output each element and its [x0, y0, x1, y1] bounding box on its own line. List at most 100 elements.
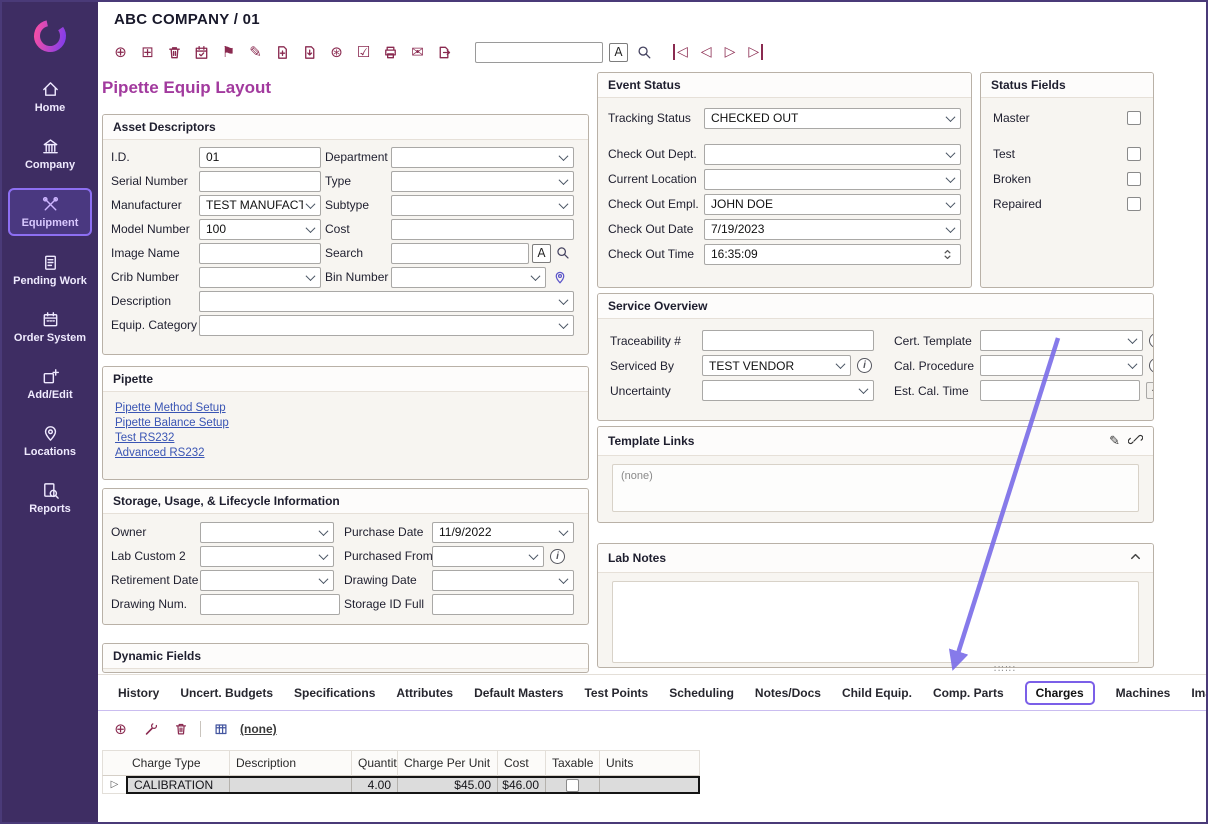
import-document-icon[interactable] [299, 42, 320, 63]
serviced-by-dropdown[interactable]: TEST VENDOR [702, 355, 851, 376]
tab-default-masters[interactable]: Default Masters [474, 686, 563, 700]
col-cost[interactable]: Cost [498, 750, 546, 776]
duplicate-icon[interactable]: ⊞ [137, 42, 158, 63]
info-icon[interactable]: i [1149, 358, 1154, 373]
checklist-icon[interactable]: ☑ [353, 42, 374, 63]
tab-scheduling[interactable]: Scheduling [669, 686, 734, 700]
master-checkbox[interactable] [1127, 111, 1141, 125]
copy-document-icon[interactable] [272, 42, 293, 63]
manufacturer-dropdown[interactable]: TEST MANUFACTU [199, 195, 321, 216]
tab-specifications[interactable]: Specifications [294, 686, 375, 700]
est-cal-time-field[interactable] [980, 380, 1140, 401]
info-icon[interactable]: i [1149, 333, 1154, 348]
info-icon[interactable]: i [550, 549, 565, 564]
edit-icon[interactable]: ✎ [245, 42, 266, 63]
advanced-rs232-link[interactable]: Advanced RS232 [115, 447, 588, 459]
grid-layout-none-link[interactable]: (none) [240, 722, 277, 736]
tracking-status-dropdown[interactable]: CHECKED OUT [704, 108, 961, 129]
col-charge-type[interactable]: Charge Type [126, 750, 230, 776]
owner-dropdown[interactable] [200, 522, 334, 543]
tab-uncert-budgets[interactable]: Uncert. Budgets [180, 686, 273, 700]
model-number-dropdown[interactable]: 100 [199, 219, 321, 240]
link-icon[interactable] [1128, 432, 1143, 450]
info-icon[interactable]: i [857, 358, 872, 373]
crib-number-dropdown[interactable] [199, 267, 321, 288]
next-record-icon[interactable]: ▷ [725, 44, 736, 60]
drawing-num-field[interactable] [200, 594, 340, 615]
description-dropdown[interactable] [199, 291, 574, 312]
tab-notes-docs[interactable]: Notes/Docs [755, 686, 821, 700]
cost-field[interactable] [391, 219, 574, 240]
col-taxable[interactable]: Taxable [546, 750, 600, 776]
edit-pencil-icon[interactable]: ✎ [1109, 434, 1120, 449]
sidebar-item-order-system[interactable]: Order System [8, 304, 92, 350]
search-icon[interactable] [552, 243, 573, 264]
sidebar-item-company[interactable]: Company [8, 131, 92, 177]
search-icon[interactable] [634, 42, 655, 63]
col-units[interactable]: Units [600, 750, 700, 776]
export-icon[interactable] [434, 42, 455, 63]
web-icon[interactable]: ⊛ [326, 42, 347, 63]
subtype-dropdown[interactable] [391, 195, 574, 216]
serial-number-field[interactable] [199, 171, 321, 192]
department-dropdown[interactable] [391, 147, 574, 168]
tab-images[interactable]: Images [1191, 686, 1208, 700]
lab-custom2-dropdown[interactable] [200, 546, 334, 567]
check-out-empl-dropdown[interactable]: JOHN DOE [704, 194, 961, 215]
add-icon[interactable]: ⊕ [110, 42, 131, 63]
pipette-balance-setup-link[interactable]: Pipette Balance Setup [115, 417, 588, 429]
font-toggle-button[interactable]: A [609, 43, 628, 62]
previous-record-icon[interactable]: ◁ [701, 44, 712, 60]
id-field[interactable] [199, 147, 321, 168]
test-rs232-link[interactable]: Test RS232 [115, 432, 588, 444]
col-quantity[interactable]: Quantity [352, 750, 398, 776]
retirement-date-dropdown[interactable] [200, 570, 334, 591]
tab-attributes[interactable]: Attributes [396, 686, 453, 700]
first-record-icon[interactable]: ◁ [673, 44, 688, 60]
tab-comp-parts[interactable]: Comp. Parts [933, 686, 1004, 700]
current-location-dropdown[interactable] [704, 169, 961, 190]
table-row[interactable]: CALIBRATION 4.00 $45.00 $46.00 [126, 776, 700, 794]
tab-child-equip[interactable]: Child Equip. [842, 686, 912, 700]
collapse-chevron-icon[interactable] [1128, 549, 1143, 567]
edit-tool-icon[interactable] [140, 719, 161, 740]
sidebar-item-locations[interactable]: Locations [8, 418, 92, 464]
font-toggle-button[interactable]: A [532, 244, 551, 263]
taxable-checkbox[interactable] [566, 779, 579, 792]
test-checkbox[interactable] [1127, 147, 1141, 161]
grid-view-icon[interactable] [210, 719, 231, 740]
delete-icon[interactable] [170, 719, 191, 740]
purchased-from-dropdown[interactable] [432, 546, 544, 567]
col-charge-per-unit[interactable]: Charge Per Unit [398, 750, 498, 776]
tab-charges[interactable]: Charges [1025, 681, 1095, 705]
storage-id-field[interactable] [432, 594, 574, 615]
bookmark-icon[interactable]: ⚑ [218, 42, 239, 63]
col-description[interactable]: Description [230, 750, 352, 776]
lab-notes-content[interactable] [612, 581, 1139, 663]
repaired-checkbox[interactable] [1127, 197, 1141, 211]
uncertainty-dropdown[interactable] [702, 380, 874, 401]
delete-icon[interactable] [164, 42, 185, 63]
drawing-date-dropdown[interactable] [432, 570, 574, 591]
sidebar-item-home[interactable]: Home [8, 74, 92, 120]
cert-template-dropdown[interactable] [980, 330, 1143, 351]
sidebar-item-add-edit[interactable]: Add/Edit [8, 361, 92, 407]
splitter-handle[interactable]: ∷∷∷ [994, 664, 1016, 675]
location-pin-icon[interactable] [549, 267, 570, 288]
search-input[interactable] [475, 42, 603, 63]
tab-history[interactable]: History [118, 686, 159, 700]
last-record-icon[interactable]: ▷ [748, 44, 763, 60]
pipette-method-setup-link[interactable]: Pipette Method Setup [115, 402, 588, 414]
add-icon[interactable]: ⊕ [110, 719, 131, 740]
cal-procedure-dropdown[interactable] [980, 355, 1143, 376]
schedule-icon[interactable] [191, 42, 212, 63]
email-icon[interactable]: ✉ [407, 42, 428, 63]
spinner-arrows-icon[interactable] [940, 247, 954, 262]
traceability-field[interactable] [702, 330, 874, 351]
check-out-date-dropdown[interactable]: 7/19/2023 [704, 219, 961, 240]
app-logo-icon[interactable] [26, 12, 74, 60]
check-out-time-spinner[interactable]: 16:35:09 [704, 244, 961, 265]
asset-search-field[interactable] [391, 243, 529, 264]
bin-number-dropdown[interactable] [391, 267, 546, 288]
tab-test-points[interactable]: Test Points [584, 686, 648, 700]
